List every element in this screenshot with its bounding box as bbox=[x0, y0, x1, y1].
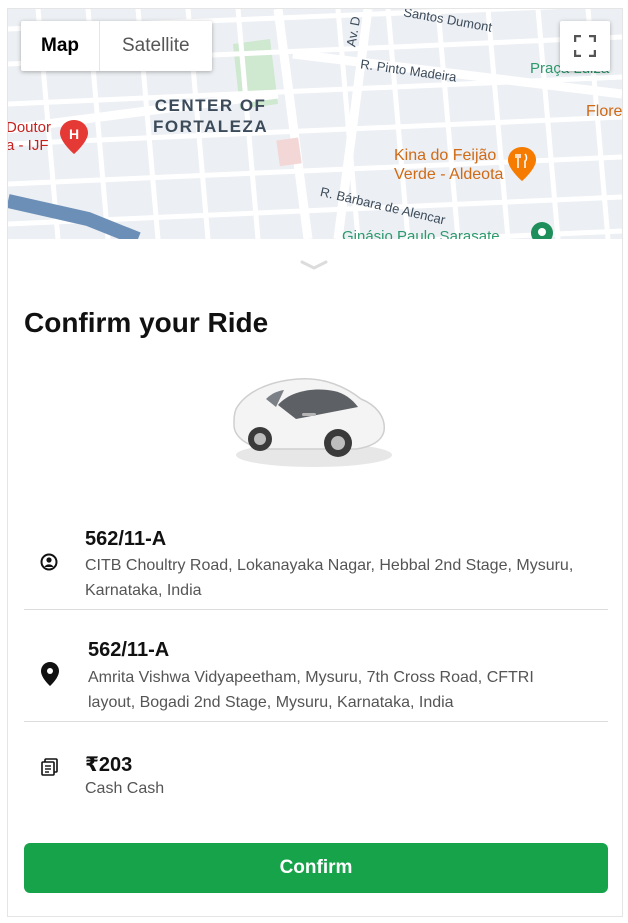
svg-text:H: H bbox=[69, 126, 79, 142]
district-label-center-of-fortaleza: CENTER OF FORTALEZA bbox=[153, 96, 269, 136]
poi-label-ginasio: Ginásio Paulo Sarasate bbox=[342, 228, 500, 239]
map-view[interactable]: Santos Dumont Av. D R. Pinto Madeira Pra… bbox=[8, 9, 622, 239]
chevron-down-icon[interactable] bbox=[298, 259, 330, 271]
ride-sheet: Confirm your Ride 562/11-A CITB Choultry… bbox=[8, 239, 622, 916]
pickup-name: 562/11-A bbox=[85, 528, 167, 550]
confirm-button[interactable]: Confirm bbox=[24, 843, 608, 893]
poi-label-kina-do-feijao: Kina do Feijão Verde - Aldeota bbox=[394, 147, 504, 183]
map-pin-icon bbox=[41, 662, 59, 686]
fare-amount: ₹203 bbox=[85, 754, 133, 776]
park-marker-icon[interactable] bbox=[530, 221, 554, 239]
destination-address: Amrita Vishwa Vidyapeetham, Mysuru, 7th … bbox=[88, 669, 534, 711]
app-frame: Santos Dumont Av. D R. Pinto Madeira Pra… bbox=[7, 8, 623, 917]
restaurant-marker-icon[interactable] bbox=[508, 147, 536, 181]
pickup-location-icon bbox=[40, 553, 58, 571]
poi-label-flore: Flore bbox=[586, 103, 622, 120]
payment-method: Cash Cash bbox=[85, 780, 165, 797]
car-illustration bbox=[233, 378, 392, 467]
fullscreen-icon bbox=[574, 35, 596, 57]
divider bbox=[24, 609, 608, 610]
divider bbox=[24, 721, 608, 722]
cash-icon bbox=[41, 758, 58, 776]
map-type-satellite-button[interactable]: Satellite bbox=[100, 21, 212, 71]
poi-label-doutor-ijf: Doutor a - IJF bbox=[8, 119, 52, 154]
pickup-address: CITB Choultry Road, Lokanayaka Nagar, He… bbox=[85, 557, 574, 599]
destination-name: 562/11-A bbox=[88, 639, 170, 661]
hospital-marker-icon[interactable]: H bbox=[60, 120, 88, 154]
map-type-map-button[interactable]: Map bbox=[21, 21, 99, 71]
page-title: Confirm your Ride bbox=[24, 307, 269, 338]
map-type-control: Map Satellite bbox=[21, 21, 212, 71]
fullscreen-button[interactable] bbox=[560, 21, 610, 71]
